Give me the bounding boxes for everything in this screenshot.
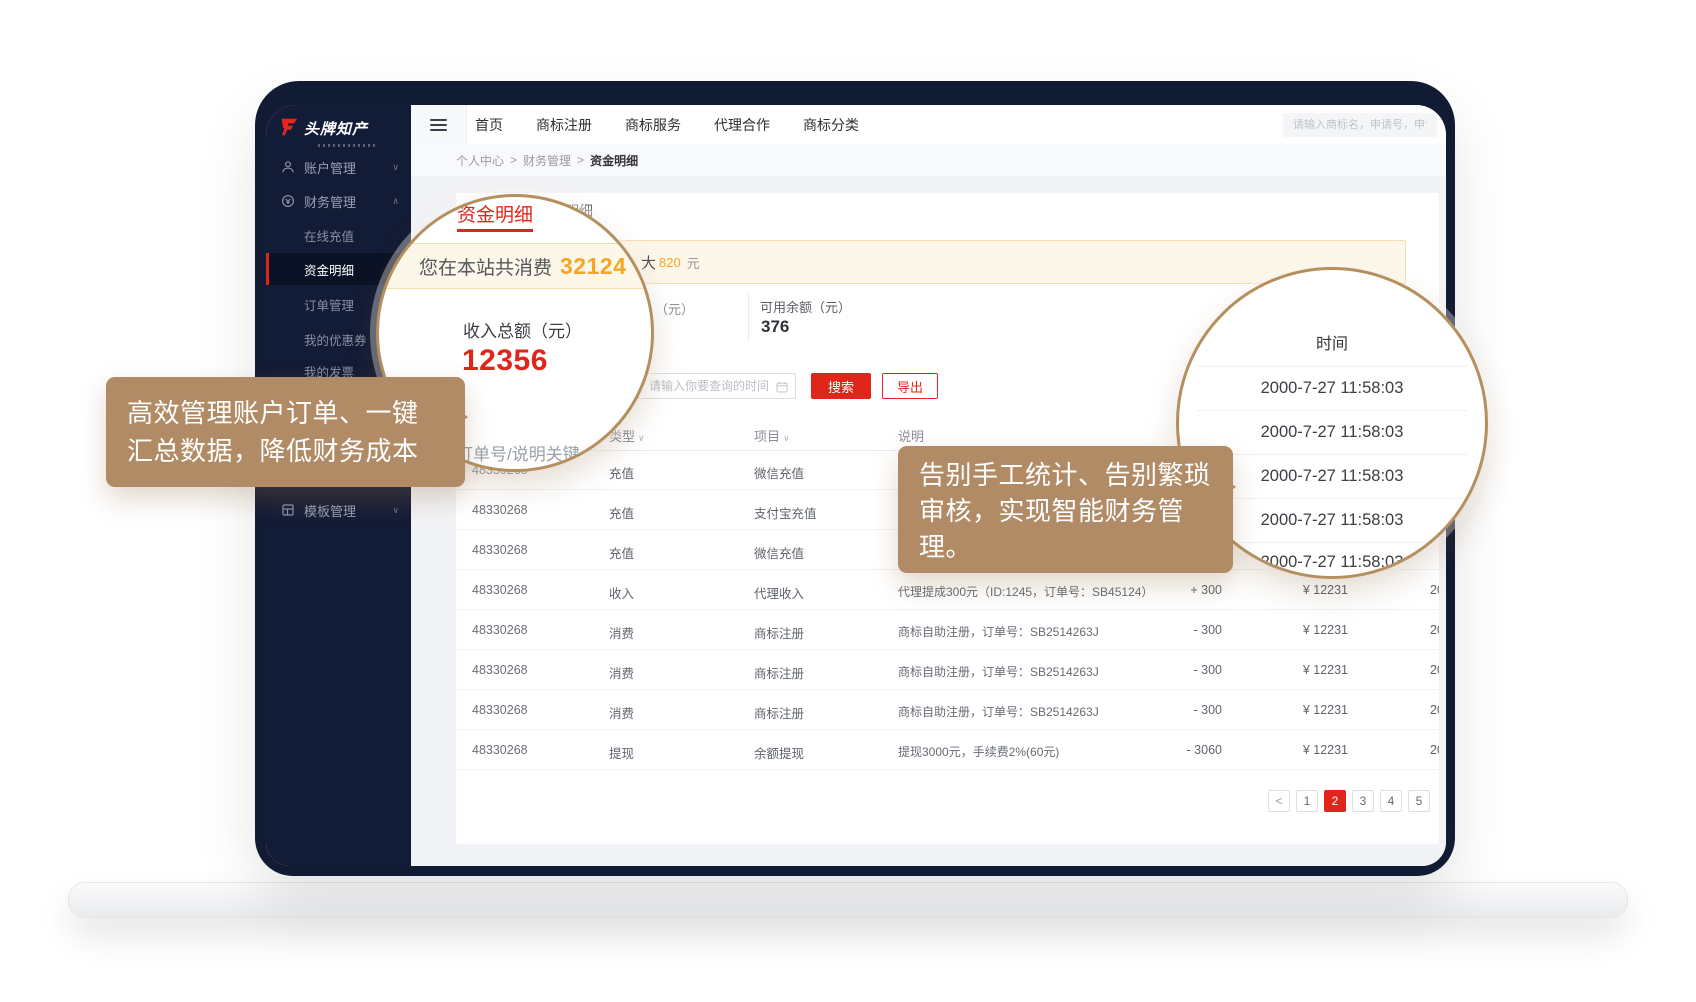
lens-timestamp: 2000-7-27 11:58:03 (1179, 423, 1485, 442)
nav-item-agent-cooperation[interactable]: 代理合作 (714, 115, 770, 135)
callout-right: 告别手工统计、告别繁琐 审核，实现智能财务管 理。 (898, 446, 1233, 573)
template-icon (281, 503, 295, 517)
nav-item-trademark-register[interactable]: 商标注册 (536, 115, 592, 135)
logo: 头牌知产 (278, 116, 368, 139)
top-navbar: 首页 商标注册 商标服务 代理合作 商标分类 (411, 105, 1446, 145)
lens-table-header-fragment: 订单号/说明关键 (456, 440, 580, 465)
pagination-page-1[interactable]: 1 (1296, 790, 1318, 812)
chevron-up-icon: ∧ (392, 196, 399, 207)
stat-available-value: 376 (761, 317, 789, 337)
callout-left: 高效管理账户订单、一键 汇总数据，降低财务成本 (106, 377, 465, 487)
pagination-page-5[interactable]: 5 (1408, 790, 1430, 812)
search-button[interactable]: 搜索 (811, 373, 871, 399)
sidebar-item-template[interactable]: 模板管理 ∨ (266, 494, 411, 526)
top-nav-items: 首页 商标注册 商标服务 代理合作 商标分类 (475, 105, 859, 144)
nav-item-trademark-service[interactable]: 商标服务 (625, 115, 681, 135)
hamburger-icon (430, 116, 447, 134)
stat-middle-label-fragment: （元） (655, 299, 694, 318)
breadcrumb-separator: > (510, 153, 517, 167)
sort-caret-icon: ∨ (783, 433, 790, 443)
sidebar-item-label: 账户管理 (304, 158, 356, 177)
sort-caret-icon: ∨ (638, 433, 645, 443)
chevron-down-icon: ∨ (392, 162, 399, 173)
lens-time-header: 时间 (1179, 330, 1485, 354)
sidebar-item-finance[interactable]: 财务管理 ∧ (266, 185, 411, 217)
lens-banner-band: 您在本站共消费 32124 (376, 243, 654, 289)
logo-subtext-dots (318, 144, 376, 147)
sidebar-item-label: 模板管理 (304, 501, 356, 520)
export-button[interactable]: 导出 (882, 373, 938, 399)
time-query-input[interactable] (638, 373, 796, 399)
lens-income-value: 12356 (462, 344, 548, 378)
pagination-page-3[interactable]: 3 (1352, 790, 1374, 812)
nav-item-trademark-category[interactable]: 商标分类 (803, 115, 859, 135)
pagination-prev-button[interactable]: < (1268, 790, 1290, 812)
breadcrumb-bar: 个人中心 > 财务管理 > 资金明细 (411, 144, 1446, 176)
laptop-base (68, 882, 1628, 918)
sidebar-item-account[interactable]: 账户管理 ∨ (266, 151, 411, 183)
global-search-input[interactable] (1283, 113, 1437, 137)
table-row: 48330268 消费 商标注册 商标自助注册，订单号：SB2514263J -… (456, 690, 1439, 730)
stat-divider (748, 293, 749, 341)
nav-item-home[interactable]: 首页 (475, 115, 503, 135)
breadcrumb-current: 资金明细 (590, 152, 638, 169)
lens-income-label: 收入总额（元） (463, 317, 582, 342)
column-header-project[interactable]: 项目∨ (754, 426, 790, 445)
sidebar-item-label: 财务管理 (304, 192, 356, 211)
stat-available-label: 可用余额（元） (760, 297, 851, 316)
chevron-down-icon: ∨ (392, 505, 399, 516)
finance-icon (281, 194, 295, 208)
column-header-desc: 说明 (898, 426, 924, 445)
pagination-page-2-active[interactable]: 2 (1324, 790, 1346, 812)
table-row: 48330268 提现 余额提现 提现3000元，手续费2%(60元) - 30… (456, 730, 1439, 770)
page: 头牌知产 账户管理 ∨ 财务管理 ∧ (0, 0, 1696, 1002)
pagination-page-4[interactable]: 4 (1380, 790, 1402, 812)
breadcrumb: 个人中心 > 财务管理 > 资金明细 (456, 144, 638, 176)
table-row: 48330268 消费 商标注册 商标自助注册，订单号：SB2514263J -… (456, 610, 1439, 650)
hamburger-button[interactable] (411, 105, 467, 144)
breadcrumb-item[interactable]: 财务管理 (523, 152, 571, 169)
lens-separator (1197, 454, 1467, 455)
breadcrumb-separator: > (577, 153, 584, 167)
pagination: < 1 2 3 4 5 (1268, 790, 1430, 812)
user-icon (281, 160, 295, 174)
lens-separator (1197, 542, 1467, 543)
table-row: 48330268 收入 代理收入 代理提成300元（ID:1245，订单号：SB… (456, 570, 1439, 610)
lens-timestamp: 2000-7-27 11:58:03 (1179, 379, 1485, 398)
logo-icon (278, 116, 300, 138)
lens-tab-fragment: 资金明细 (457, 200, 533, 227)
breadcrumb-item[interactable]: 个人中心 (456, 152, 504, 169)
lens-separator (1197, 366, 1467, 367)
lens-separator (1197, 410, 1467, 411)
logo-title: 头牌知产 (304, 118, 368, 139)
table-row: 48330268 消费 商标注册 商标自助注册，订单号：SB2514263J -… (456, 650, 1439, 690)
